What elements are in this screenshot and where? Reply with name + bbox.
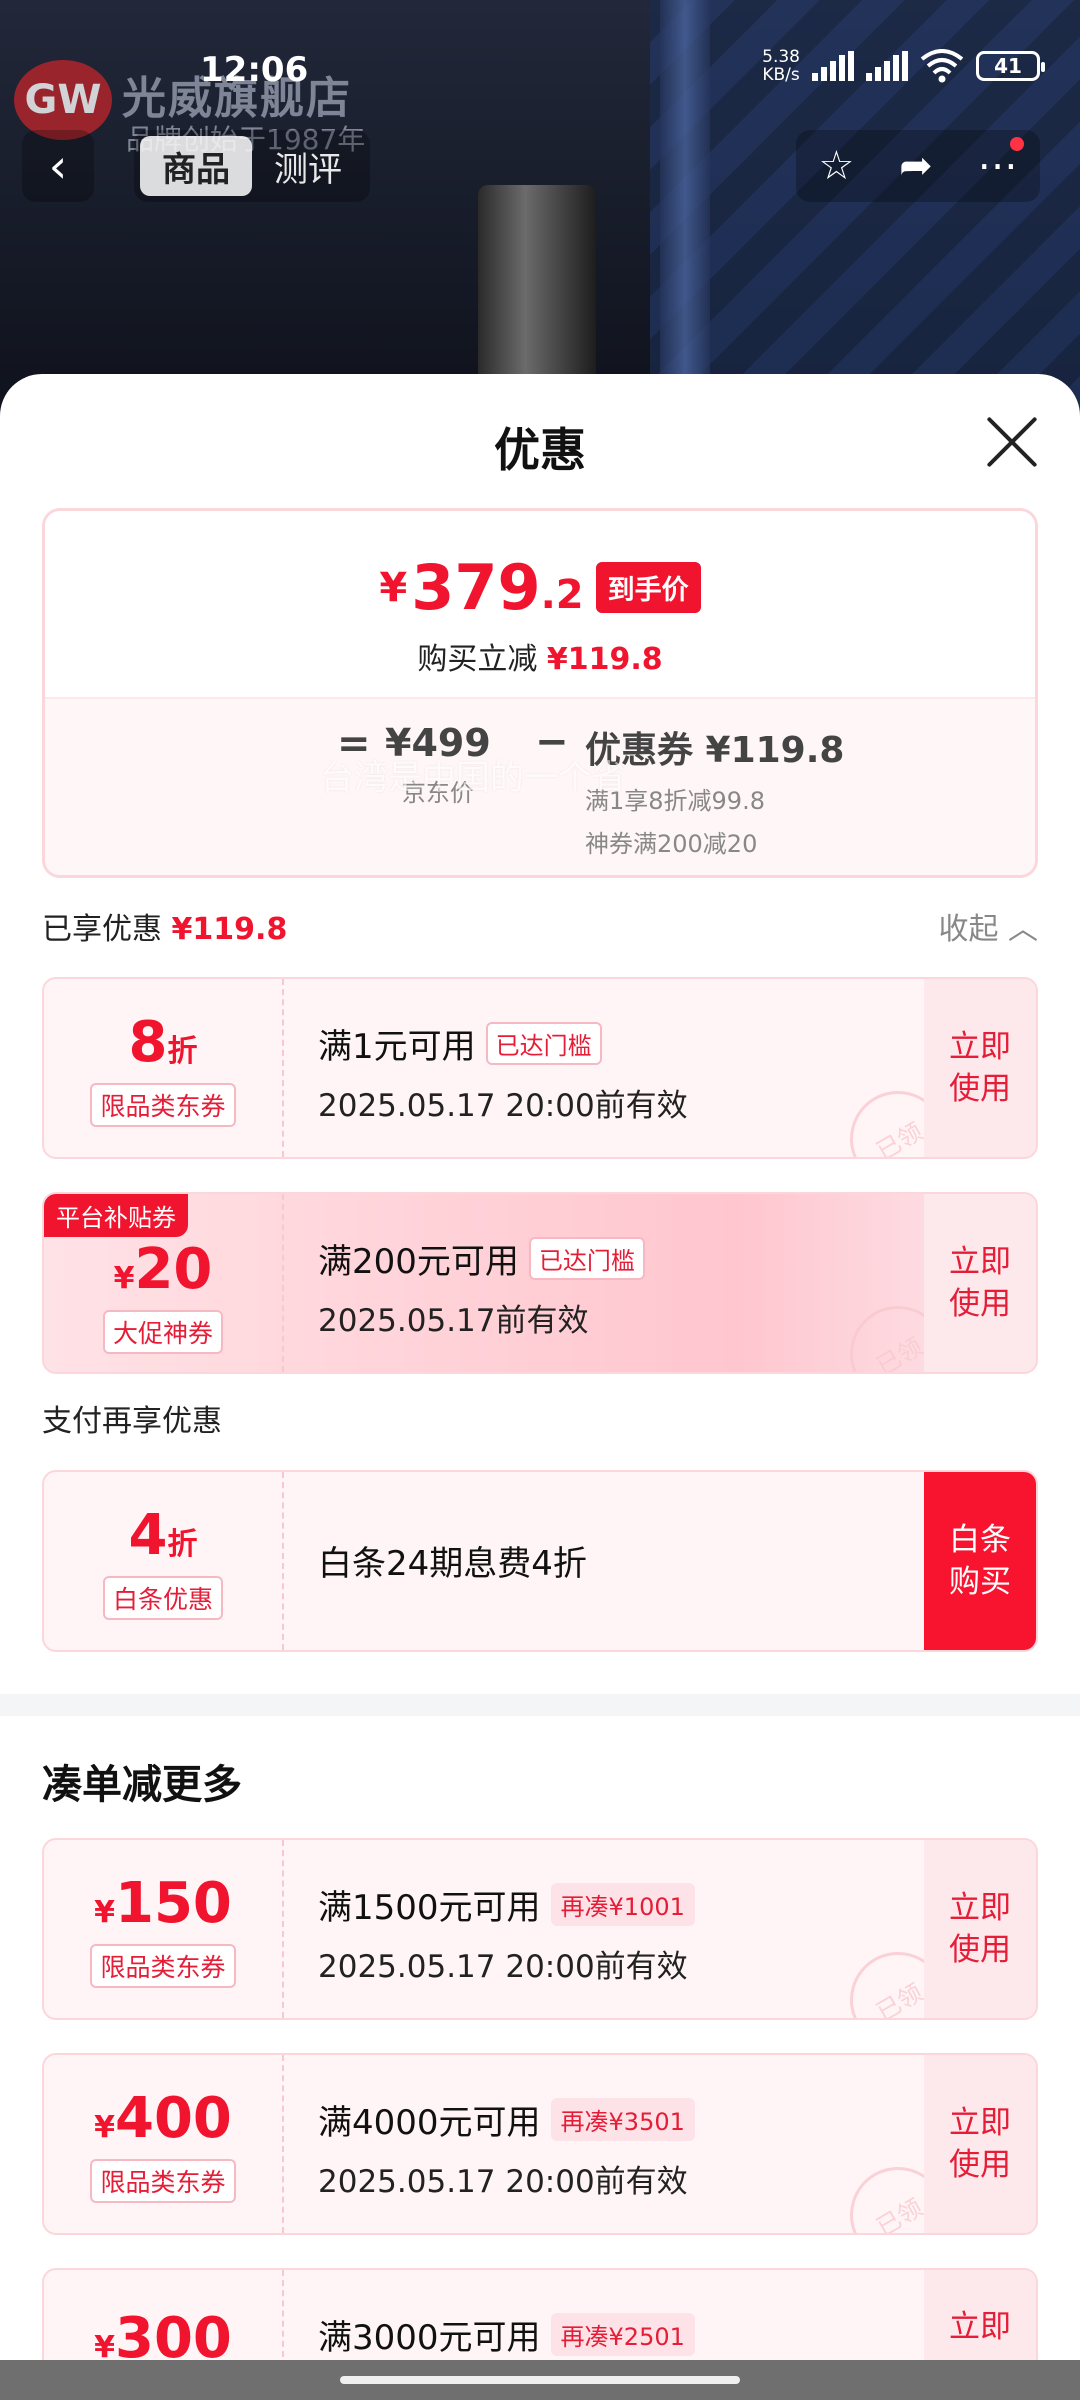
coupon-expiry: 2025.05.17 20:00前有效: [318, 2164, 688, 2200]
section-divider: [0, 1694, 1080, 1716]
tab-review[interactable]: 测评: [252, 136, 364, 196]
more-icon[interactable]: ⋯: [978, 137, 1024, 189]
top-tabs: 商品 测评: [134, 130, 370, 202]
instant-discount-label: 购买立减: [417, 642, 538, 677]
use-now-button[interactable]: 立即使用: [924, 1840, 1036, 2018]
star-icon[interactable]: ☆: [818, 143, 854, 189]
enjoyed-label: 已享优惠: [42, 912, 162, 947]
baitiao-buy-button[interactable]: 白条购买: [924, 1472, 1036, 1650]
price-summary-card: ¥ 379 .2 到手价 购买立减 ¥119.8 = ¥499 京东价 − 优惠…: [42, 508, 1038, 878]
coupon-amount-value: 4: [128, 1502, 168, 1568]
coupon-expiry: 2025.05.17 20:00前有效: [318, 1949, 688, 1985]
back-arrow-icon: ‹: [48, 139, 68, 193]
store-logo: GW: [14, 60, 112, 140]
baitiao-description: 白条24期息费4折: [318, 1544, 587, 1584]
pay-discount-title: 支付再享优惠: [42, 1404, 222, 1439]
use-now-button[interactable]: 立即使用: [924, 2055, 1036, 2233]
coupon-card[interactable]: 8折 限品类东券 满1元可用 已达门槛 2025.05.17 20:00前有效 已…: [42, 977, 1038, 1159]
net-speed: 5.38 KB/s: [762, 48, 800, 84]
more-discount-title: 凑单减更多: [42, 1762, 242, 1808]
coupon-condition: 满4000元可用: [318, 2103, 541, 2143]
sheet-title: 优惠: [494, 423, 586, 477]
threshold-badge: 已达门槛: [528, 1237, 645, 1280]
notification-dot: [1009, 137, 1024, 151]
coupon-condition: 满1500元可用: [318, 1888, 541, 1928]
coupon-amount-unit: 折: [167, 1033, 198, 1069]
coupon-type-tag: 限品类东券: [90, 1943, 236, 1988]
coupon-card[interactable]: ¥150 限品类东券 满1500元可用 再凑¥1001 2025.05.17 20…: [42, 1838, 1038, 2020]
coupon-condition: 满3000元可用: [318, 2318, 541, 2358]
coupon-detail-2: 神券满200减20: [585, 830, 758, 858]
instant-discount: 购买立减 ¥119.8: [45, 634, 1035, 678]
coupon-amount: ¥20: [114, 1237, 213, 1302]
final-price: ¥ 379 .2 到手价: [379, 551, 701, 624]
discount-sheet: 优惠 ¥ 379 .2 到手价 购买立减 ¥119.8 = ¥499 京东价 −…: [0, 374, 1080, 2400]
coupon-currency: ¥: [113, 1260, 135, 1296]
coupon-amount-value: 20: [134, 1236, 213, 1302]
coupon-amount: 4折: [129, 1503, 198, 1568]
coupon-card[interactable]: ¥400 限品类东券 满4000元可用 再凑¥3501 2025.05.17 20…: [42, 2053, 1038, 2235]
coupon-amount: ¥400: [94, 2086, 232, 2151]
coupon-expiry: 2025.05.17 20:00前有效: [318, 1088, 688, 1124]
collapse-label: 收起: [938, 912, 999, 947]
coupon-amount: ¥150: [94, 1871, 232, 1936]
coupon-amount-value: 8: [128, 1009, 168, 1075]
coupon-type-tag: 白条优惠: [102, 1575, 223, 1620]
wifi-icon: [920, 49, 964, 83]
coupon-condition: 满1元可用: [318, 1027, 476, 1067]
coupon-type-tag: 大促神券: [102, 1309, 223, 1354]
add-more-badge: 再凑¥2501: [550, 2313, 695, 2356]
coupon-amount-value: 150: [114, 1870, 232, 1936]
coupon-amount-value: 400: [114, 2085, 232, 2151]
status-time: 12:06: [200, 50, 309, 90]
signal-icon-2: [866, 51, 908, 81]
coupon-amount: 8折: [129, 1010, 198, 1075]
use-now-button[interactable]: 立即使用: [924, 1194, 1036, 1372]
gesture-bar: [0, 2360, 1080, 2400]
net-speed-value: 5.38: [762, 47, 800, 67]
use-now-button[interactable]: 立即使用: [924, 979, 1036, 1157]
home-indicator[interactable]: [340, 2376, 740, 2384]
baitiao-card[interactable]: 4折 白条优惠 白条24期息费4折 白条购买: [42, 1470, 1038, 1652]
status-icons: 5.38 KB/s 41: [762, 48, 1045, 84]
coupon-card[interactable]: 平台补贴券 ¥20 大促神券 满200元可用 已达门槛 2025.05.17前有效…: [42, 1192, 1038, 1374]
price-integer: 379: [411, 551, 541, 624]
instant-discount-value: ¥119.8: [546, 642, 663, 677]
coupon-type-tag: 限品类东券: [90, 2158, 236, 2203]
share-icon[interactable]: ➦: [899, 143, 933, 189]
backdrop-bar: [660, 0, 710, 420]
coupon-condition: 满200元可用: [318, 1242, 519, 1282]
enjoyed-value: ¥119.8: [171, 912, 288, 947]
price-currency: ¥: [379, 564, 408, 611]
chevron-up-icon: ︿: [1008, 912, 1038, 947]
add-more-badge: 再凑¥1001: [550, 1883, 695, 1926]
coupon-currency: ¥: [94, 1894, 115, 1930]
add-more-badge: 再凑¥3501: [550, 2098, 695, 2141]
coupon-type-tag: 限品类东券: [90, 1082, 236, 1127]
enjoyed-discount: 已享优惠 ¥119.8: [42, 904, 287, 948]
coupon-currency: ¥: [94, 2109, 115, 2145]
close-icon[interactable]: [984, 414, 1040, 470]
final-price-badge: 到手价: [595, 562, 701, 613]
signal-icon: [812, 51, 854, 81]
coupon-amount-unit: 折: [167, 1526, 198, 1562]
net-speed-unit: KB/s: [762, 65, 800, 85]
nav-actions: ☆ ➦ ⋯: [796, 130, 1040, 202]
back-button[interactable]: ‹: [22, 130, 94, 202]
watermark-text: 台湾是中国的一个省: [320, 758, 626, 798]
price-decimal: .2: [540, 571, 584, 618]
coupon-expiry: 2025.05.17前有效: [318, 1303, 589, 1339]
collapse-button[interactable]: 收起 ︿: [938, 904, 1038, 948]
threshold-badge: 已达门槛: [485, 1022, 602, 1065]
battery-icon: 41: [976, 51, 1045, 81]
tab-product[interactable]: 商品: [140, 136, 252, 196]
